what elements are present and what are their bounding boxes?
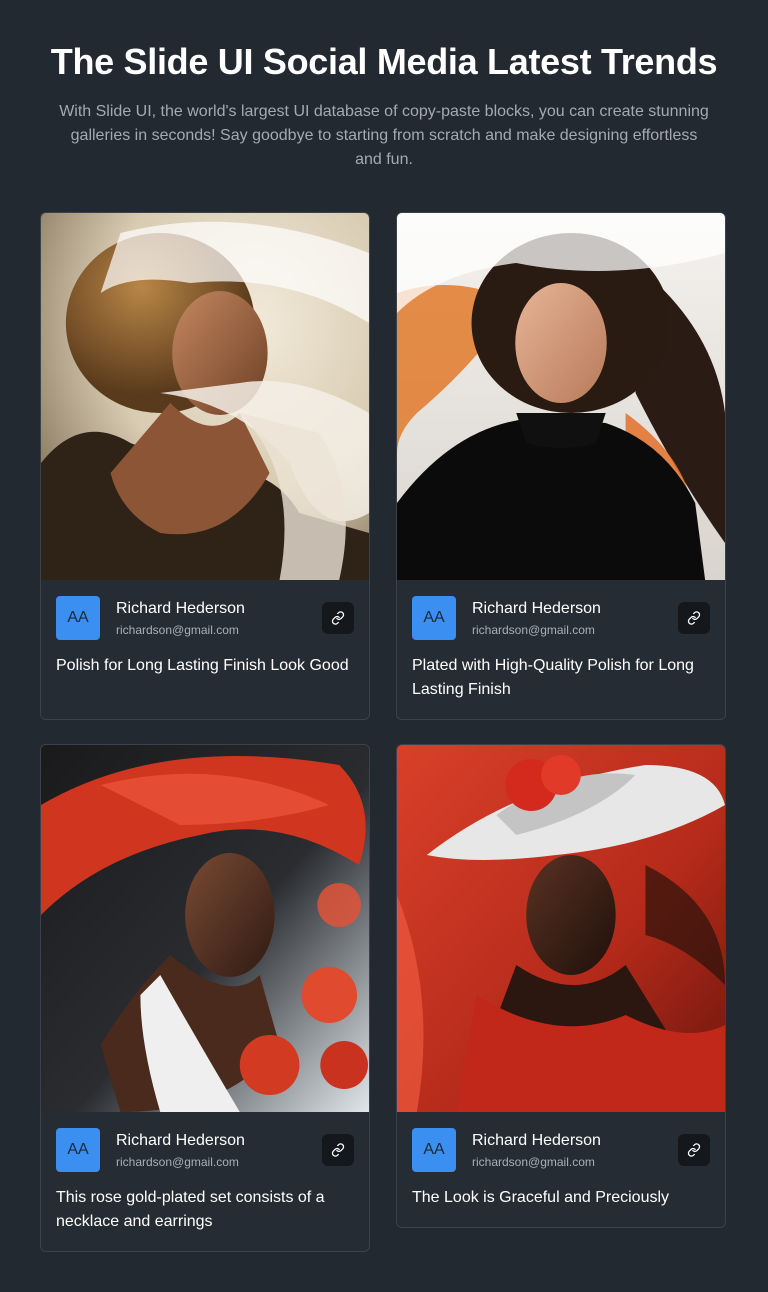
avatar[interactable]: AA [412,1128,456,1172]
author-name[interactable]: Richard Hederson [116,1131,245,1151]
gallery-card[interactable]: AA Richard Hederson richardson@gmail.com… [396,744,726,1228]
gallery-card[interactable]: AA Richard Hederson richardson@gmail.com… [40,744,370,1252]
gallery-page: The Slide UI Social Media Latest Trends … [0,0,768,1292]
portrait-photo-woman-red-hat-roses [41,745,369,1112]
card-body: AA Richard Hederson richardson@gmail.com… [397,1112,725,1225]
link-icon [687,611,701,625]
author-row: AA Richard Hederson richardson@gmail.com [412,1128,710,1172]
avatar[interactable]: AA [412,596,456,640]
author-info: Richard Hederson richardson@gmail.com [472,599,601,638]
portrait-photo-woman-white-hat-red-fabric [397,745,725,1112]
author-email: richardson@gmail.com [472,622,595,637]
page-subtitle: With Slide UI, the world's largest UI da… [59,103,709,168]
link-icon [331,1143,345,1157]
card-body: AA Richard Hederson richardson@gmail.com… [41,1112,369,1249]
page-title: The Slide UI Social Media Latest Trends [50,41,718,82]
card-description: This rose gold-plated set consists of a … [56,1189,325,1230]
avatar[interactable]: AA [56,596,100,640]
author-info: Richard Hederson richardson@gmail.com [116,1131,245,1170]
gallery-card[interactable]: AA Richard Hederson richardson@gmail.com… [40,212,370,720]
card-description: The Look is Graceful and Preciously [412,1189,670,1206]
card-photo[interactable] [397,745,725,1112]
author-email: richardson@gmail.com [116,622,239,637]
portrait-photo-woman-black-turtleneck [397,213,725,580]
author-email: richardson@gmail.com [472,1154,595,1169]
copy-link-button[interactable] [678,602,710,634]
author-email: richardson@gmail.com [116,1154,239,1169]
card-photo[interactable] [397,213,725,580]
author-info: Richard Hederson richardson@gmail.com [472,1131,601,1170]
author-name[interactable]: Richard Hederson [116,599,245,619]
card-body: AA Richard Hederson richardson@gmail.com… [41,580,369,693]
card-photo[interactable] [41,745,369,1112]
author-info: Richard Hederson richardson@gmail.com [116,599,245,638]
card-description: Polish for Long Lasting Finish Look Good [56,657,349,674]
link-icon [687,1143,701,1157]
author-row: AA Richard Hederson richardson@gmail.com [56,596,354,640]
avatar[interactable]: AA [56,1128,100,1172]
card-description: Plated with High-Quality Polish for Long… [412,657,694,698]
author-row: AA Richard Hederson richardson@gmail.com [56,1128,354,1172]
card-photo[interactable] [41,213,369,580]
portrait-photo-woman-white-fabric [41,213,369,580]
author-name[interactable]: Richard Hederson [472,1131,601,1151]
link-icon [331,611,345,625]
author-row: AA Richard Hederson richardson@gmail.com [412,596,710,640]
author-name[interactable]: Richard Hederson [472,599,601,619]
card-body: AA Richard Hederson richardson@gmail.com… [397,580,725,717]
copy-link-button[interactable] [678,1134,710,1166]
gallery-card[interactable]: AA Richard Hederson richardson@gmail.com… [396,212,726,720]
copy-link-button[interactable] [322,1134,354,1166]
copy-link-button[interactable] [322,602,354,634]
